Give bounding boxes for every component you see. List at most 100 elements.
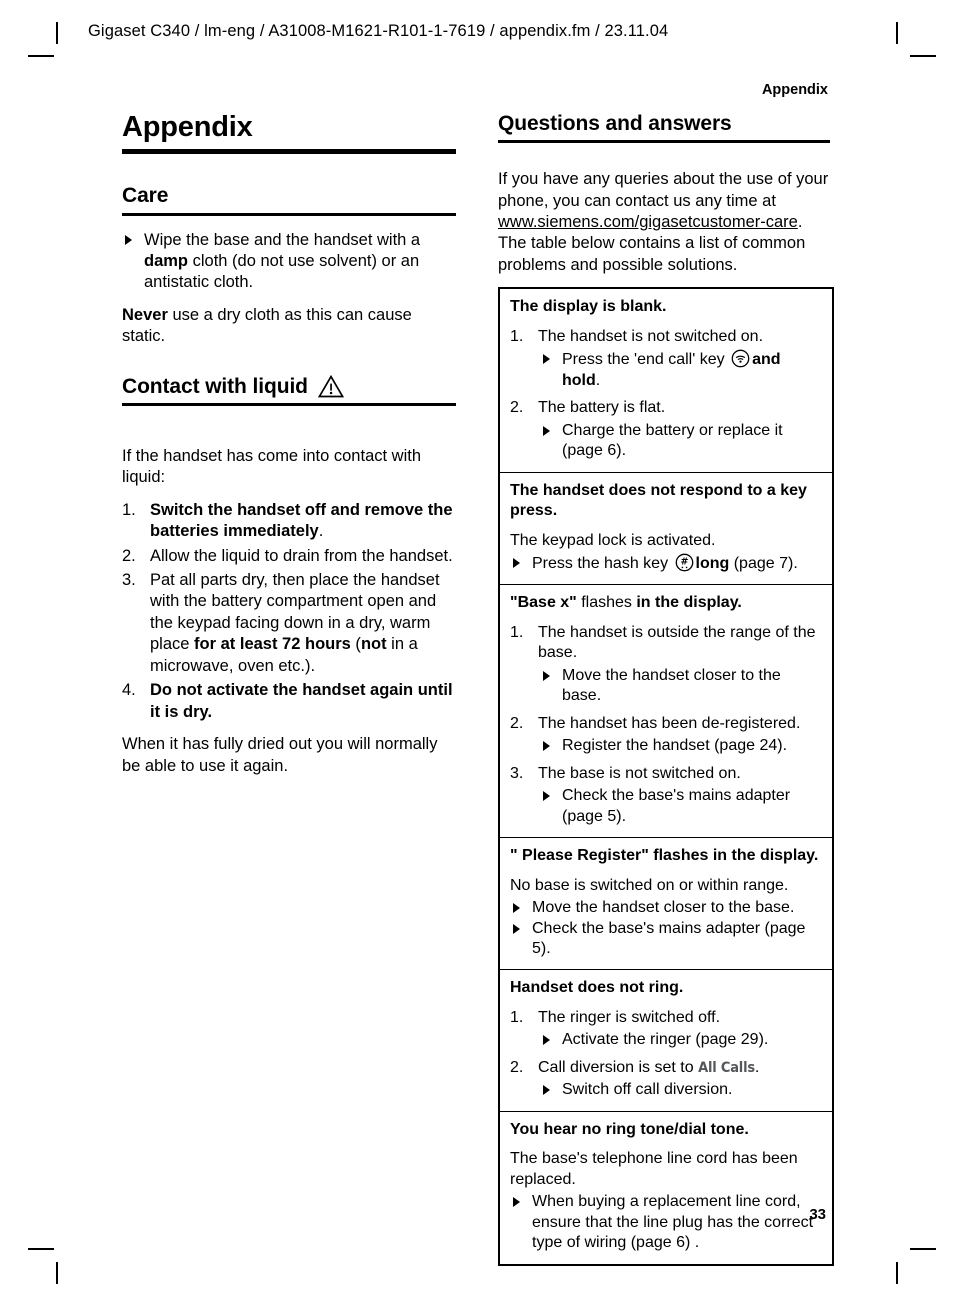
sub-pre: Press the hash key <box>532 554 673 572</box>
sub-pre: When buying a replacement line cord, ens… <box>532 1193 814 1252</box>
sub-pre: Move the handset closer to the base. <box>532 899 795 917</box>
qa-row-items: 1. The handset is outside the range of th… <box>510 623 822 827</box>
list-item: 1. Switch the handset off and remove the … <box>122 500 456 543</box>
qa-sub-list: Press the 'end call' key and hold. <box>538 349 822 391</box>
step-3-mid: ( <box>350 635 361 654</box>
triangle-bullet-icon <box>513 557 520 568</box>
qa-sub-list: Activate the ringer (page 29). <box>538 1030 822 1050</box>
item-text: The handset has been de-registered. <box>538 714 801 732</box>
step-number: 4. <box>122 681 136 700</box>
triangle-bullet-icon <box>513 923 520 934</box>
item-number: 2. <box>510 1058 524 1076</box>
list-item: Press the hash key # long (page 7). <box>510 553 822 574</box>
section-heading-contact-with-liquid: Contact with liquid <box>122 374 456 403</box>
triangle-bullet-icon <box>543 670 550 681</box>
sub-post: (page 7). <box>729 554 798 572</box>
triangle-bullet-icon <box>543 425 550 436</box>
crop-mark-top-right-horizontal <box>910 55 936 57</box>
qa-row-plain: The base's telephone line cord has been … <box>510 1150 798 1188</box>
item-number: 2. <box>510 399 524 417</box>
sub-bold: long <box>695 554 730 572</box>
care-bullet-pre: Wipe the base and the handset with a <box>144 230 421 249</box>
section-heading-questions-and-answers: Questions and answers <box>498 112 830 140</box>
list-item: Check the base's mains adapter (page 5). <box>510 919 822 960</box>
sub-pre: Move the handset closer to the base. <box>562 666 781 705</box>
table-row: "Base x" flashes in the display. 1. The h… <box>500 585 832 839</box>
qa-sub-list: Charge the battery or replace it (page 6… <box>538 421 822 462</box>
list-item: 2. Call diversion is set to All Calls. Sw… <box>510 1058 822 1101</box>
hash-key-icon: # <box>675 553 694 572</box>
triangle-bullet-icon <box>125 234 132 245</box>
triangle-bullet-icon <box>543 791 550 802</box>
list-item: 2. The battery is flat. Charge the batter… <box>510 398 822 461</box>
svg-text:#: # <box>680 556 688 567</box>
questions-and-answers-table: The display is blank. 1. The handset is n… <box>498 287 834 1266</box>
crop-mark-bottom-right-horizontal <box>910 1248 936 1250</box>
step-number: 2. <box>122 546 136 565</box>
sub-pre: Charge the battery or replace it (page 6… <box>562 421 783 460</box>
list-item: Wipe the base and the handset with a dam… <box>122 230 456 294</box>
sub-pre: Check the base's mains adapter (page 5). <box>562 787 791 825</box>
table-row: The handset does not respond to a key pr… <box>500 473 832 586</box>
step-number: 1. <box>122 500 136 519</box>
qa-intro-paragraph: If you have any queries about the use of… <box>498 169 830 276</box>
qa-row-title: The display is blank. <box>510 298 667 316</box>
care-never-paragraph: Never use a dry cloth as this can cause … <box>122 305 456 348</box>
item-text-post: . <box>754 1058 760 1076</box>
item-text-pre: Call diversion is set to <box>538 1058 699 1076</box>
page-title: Appendix <box>122 111 253 143</box>
qa-sub-list: Move the handset closer to the base. Che… <box>510 898 822 959</box>
qa-sub-list: Press the hash key # long (page 7). <box>510 553 822 574</box>
list-item: 2. The handset has been de-registered. Re… <box>510 714 822 757</box>
section-heading-care-label: Care <box>122 184 169 208</box>
crop-mark-top-left-horizontal <box>28 55 54 57</box>
list-item: 1. The handset is outside the range of th… <box>510 623 822 707</box>
item-number: 2. <box>510 714 524 732</box>
qa-row-title: " Please Register" flashes in the displa… <box>510 847 819 865</box>
table-row: " Please Register" flashes in the displa… <box>500 838 832 971</box>
sub-pre: Switch off call diversion. <box>562 1081 733 1099</box>
triangle-bullet-icon <box>543 354 550 365</box>
qa-row-items: 1. The handset is not switched on. Press … <box>510 327 822 462</box>
qa-row-title: "Base x" flashes in the display. <box>510 593 822 613</box>
sub-pre: Activate the ringer (page 29). <box>562 1031 769 1049</box>
qa-row-title: You hear no ring tone/dial tone. <box>510 1120 749 1138</box>
sub-pre: Press the 'end call' key <box>562 351 730 369</box>
crop-mark-top-right-vertical <box>896 22 898 44</box>
h2-rule-care <box>122 212 456 216</box>
qa-row-title: Handset does not ring. <box>510 979 684 997</box>
qa-row-plain: The keypad lock is activated. <box>510 531 716 549</box>
list-item: Charge the battery or replace it (page 6… <box>538 421 822 462</box>
item-text: The base is not switched on. <box>538 764 741 782</box>
item-number: 1. <box>510 623 524 641</box>
siemens-customer-care-link[interactable]: www.siemens.com/gigasetcustomer-care <box>498 213 798 231</box>
qa-sub-list: Check the base's mains adapter (page 5). <box>538 786 822 827</box>
list-item: Switch off call diversion. <box>538 1080 822 1100</box>
table-row: The display is blank. 1. The handset is n… <box>500 289 832 473</box>
section-heading-qa-label: Questions and answers <box>498 112 732 135</box>
qa-row-title: The handset does not respond to a key pr… <box>510 481 807 520</box>
qa-sub-list: When buying a replacement line cord, ens… <box>510 1192 822 1253</box>
qa-sub-list: Move the handset closer to the base. <box>538 666 822 707</box>
document-header-line: Gigaset C340 / lm-eng / A31008-M1621-R10… <box>88 22 669 40</box>
crop-mark-bottom-left-vertical <box>56 1262 58 1284</box>
list-item: 4. Do not activate the handset again unti… <box>122 680 456 723</box>
item-text: The battery is flat. <box>538 399 666 417</box>
h1-rule <box>122 149 456 155</box>
right-column: Questions and answers If you have any qu… <box>498 112 834 1266</box>
step-3-bold-b: not <box>360 635 387 654</box>
liquid-closing: When it has fully dried out you will nor… <box>122 735 438 775</box>
step-3-bold-a: for at least 72 hours <box>194 635 351 654</box>
qa-title-rest: in the display. <box>636 594 742 612</box>
list-item: 1. The ringer is switched off. Activate t… <box>510 1008 822 1051</box>
sub-pre: Check the base's mains adapter (page 5). <box>532 919 806 957</box>
list-item: Move the handset closer to the base. <box>510 898 822 918</box>
list-item: 2. Allow the liquid to drain from the han… <box>122 546 456 567</box>
step-1-post: . <box>318 522 324 541</box>
list-item: 3. Pat all parts dry, then place the hand… <box>122 570 456 677</box>
triangle-bullet-icon <box>513 903 520 914</box>
sub-post: . <box>595 371 601 389</box>
step-4-bold: Do not activate the handset again until … <box>150 681 453 721</box>
qa-intro-pre: If you have any queries about the use of… <box>498 170 829 210</box>
crop-mark-top-left-vertical <box>56 22 58 44</box>
